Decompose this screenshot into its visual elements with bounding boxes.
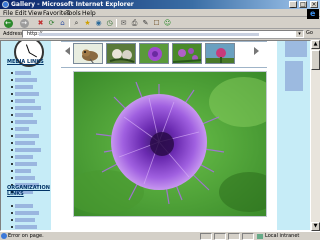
intranet-zone-icon <box>257 234 263 239</box>
toolbar-separator <box>116 19 117 27</box>
home-icon[interactable]: ⌂ <box>58 18 67 28</box>
address-input[interactable]: http:// ▾ <box>22 30 304 38</box>
menu-edit[interactable]: Edit <box>15 10 27 17</box>
redacted-block <box>285 41 307 57</box>
toolbar-separator <box>69 19 70 27</box>
list-item[interactable] <box>11 154 47 161</box>
status-panel <box>200 233 212 240</box>
discuss-icon[interactable]: ☐ <box>152 18 161 28</box>
list-item[interactable] <box>11 175 47 182</box>
status-panel <box>228 233 240 240</box>
history-icon[interactable]: ◷ <box>105 18 114 28</box>
divider <box>61 67 267 68</box>
list-item[interactable] <box>11 119 47 126</box>
main-photo-thistle <box>73 71 267 217</box>
thumbnail-strip <box>65 43 265 64</box>
list-item[interactable] <box>11 91 47 98</box>
list-item[interactable] <box>11 140 47 147</box>
status-bar: Error on page. Local intranet <box>0 231 320 240</box>
media-icon[interactable]: ◉ <box>94 18 103 28</box>
list-item[interactable] <box>11 147 47 154</box>
right-sidebar <box>277 41 310 230</box>
list-item[interactable] <box>11 133 47 140</box>
list-item[interactable] <box>11 112 47 119</box>
forward-button[interactable]: → <box>18 18 30 28</box>
scroll-up-icon[interactable]: ▲ <box>311 40 320 49</box>
close-button[interactable]: × <box>310 1 318 8</box>
divider <box>61 41 267 42</box>
search-icon[interactable]: ⌕ <box>72 18 81 28</box>
mail-icon[interactable]: ✉ <box>119 18 128 28</box>
favorites-icon[interactable]: ★ <box>83 18 92 28</box>
list-item[interactable] <box>11 168 47 175</box>
back-arrow-icon: ← <box>3 19 13 28</box>
menu-tools[interactable]: Tools <box>66 10 81 17</box>
minimize-button[interactable]: _ <box>289 1 297 8</box>
address-label: Address <box>3 31 23 37</box>
stop-icon[interactable]: ✖ <box>36 18 45 28</box>
list-item[interactable] <box>11 77 47 84</box>
list-item[interactable] <box>11 161 47 168</box>
media-links-list <box>11 70 47 196</box>
list-item[interactable] <box>11 224 47 230</box>
list-item[interactable] <box>11 70 47 77</box>
list-item[interactable] <box>11 84 47 91</box>
next-arrow-icon[interactable] <box>254 47 259 55</box>
page-content: MEDIA LINKS ORGANIZATION LINKS <box>0 40 311 231</box>
edit-icon[interactable]: ✎ <box>141 18 150 28</box>
vertical-scrollbar[interactable]: ▲ ▼ <box>311 40 320 231</box>
menu-view[interactable]: View <box>28 10 42 17</box>
chevron-down-icon[interactable]: ▾ <box>296 31 303 37</box>
messenger-icon[interactable]: ☺ <box>163 18 172 28</box>
error-icon[interactable] <box>1 233 7 239</box>
left-sidebar: MEDIA LINKS ORGANIZATION LINKS <box>1 41 51 230</box>
thumbnail-thistle-group[interactable] <box>172 43 202 64</box>
list-item[interactable] <box>11 126 47 133</box>
thumbnail-thistle-purple[interactable] <box>139 43 169 64</box>
status-panel <box>242 233 254 240</box>
maximize-button[interactable]: □ <box>299 1 307 8</box>
back-button[interactable]: ← <box>2 18 14 28</box>
security-zone: Local intranet <box>265 233 300 239</box>
list-item[interactable] <box>11 210 47 217</box>
redacted-block <box>285 61 303 91</box>
thumbnail-thistle-white[interactable] <box>106 43 136 64</box>
toolbar: ← → ✖ ⟳ ⌂ ⌕ ★ ◉ ◷ ✉ ⎙ ✎ ☐ ☺ <box>0 17 320 29</box>
address-bar: Address http:// ▾ Go <box>0 29 320 39</box>
scroll-thumb[interactable] <box>311 50 320 70</box>
forward-arrow-icon: → <box>19 19 29 28</box>
scroll-down-icon[interactable]: ▼ <box>311 222 320 231</box>
menu-file[interactable]: File <box>3 10 13 17</box>
print-icon[interactable]: ⎙ <box>130 18 139 28</box>
list-item[interactable] <box>11 217 47 224</box>
organization-links-list <box>11 203 47 230</box>
status-panel <box>214 233 226 240</box>
list-item[interactable] <box>11 203 47 210</box>
menu-bar: File Edit View Favorites Tools Help <box>0 9 320 17</box>
organization-links-heading: ORGANIZATION LINKS <box>7 185 50 197</box>
thumbnail-thistle-red[interactable] <box>205 43 235 64</box>
gallery-main <box>51 41 277 230</box>
media-links-heading: MEDIA LINKS <box>7 59 44 65</box>
window-title: Gallery - Microsoft Internet Explorer <box>11 1 134 8</box>
list-item[interactable] <box>11 98 47 105</box>
thumbnail-bird[interactable] <box>73 43 103 64</box>
go-button[interactable]: Go <box>306 30 313 36</box>
status-text: Error on page. <box>8 233 44 239</box>
title-bar: Gallery - Microsoft Internet Explorer _ … <box>0 0 320 9</box>
refresh-icon[interactable]: ⟳ <box>47 18 56 28</box>
previous-arrow-icon[interactable] <box>65 47 70 55</box>
address-url-redacted <box>39 33 259 36</box>
list-item[interactable] <box>11 105 47 112</box>
ie-icon <box>2 1 9 8</box>
menu-help[interactable]: Help <box>82 10 96 17</box>
